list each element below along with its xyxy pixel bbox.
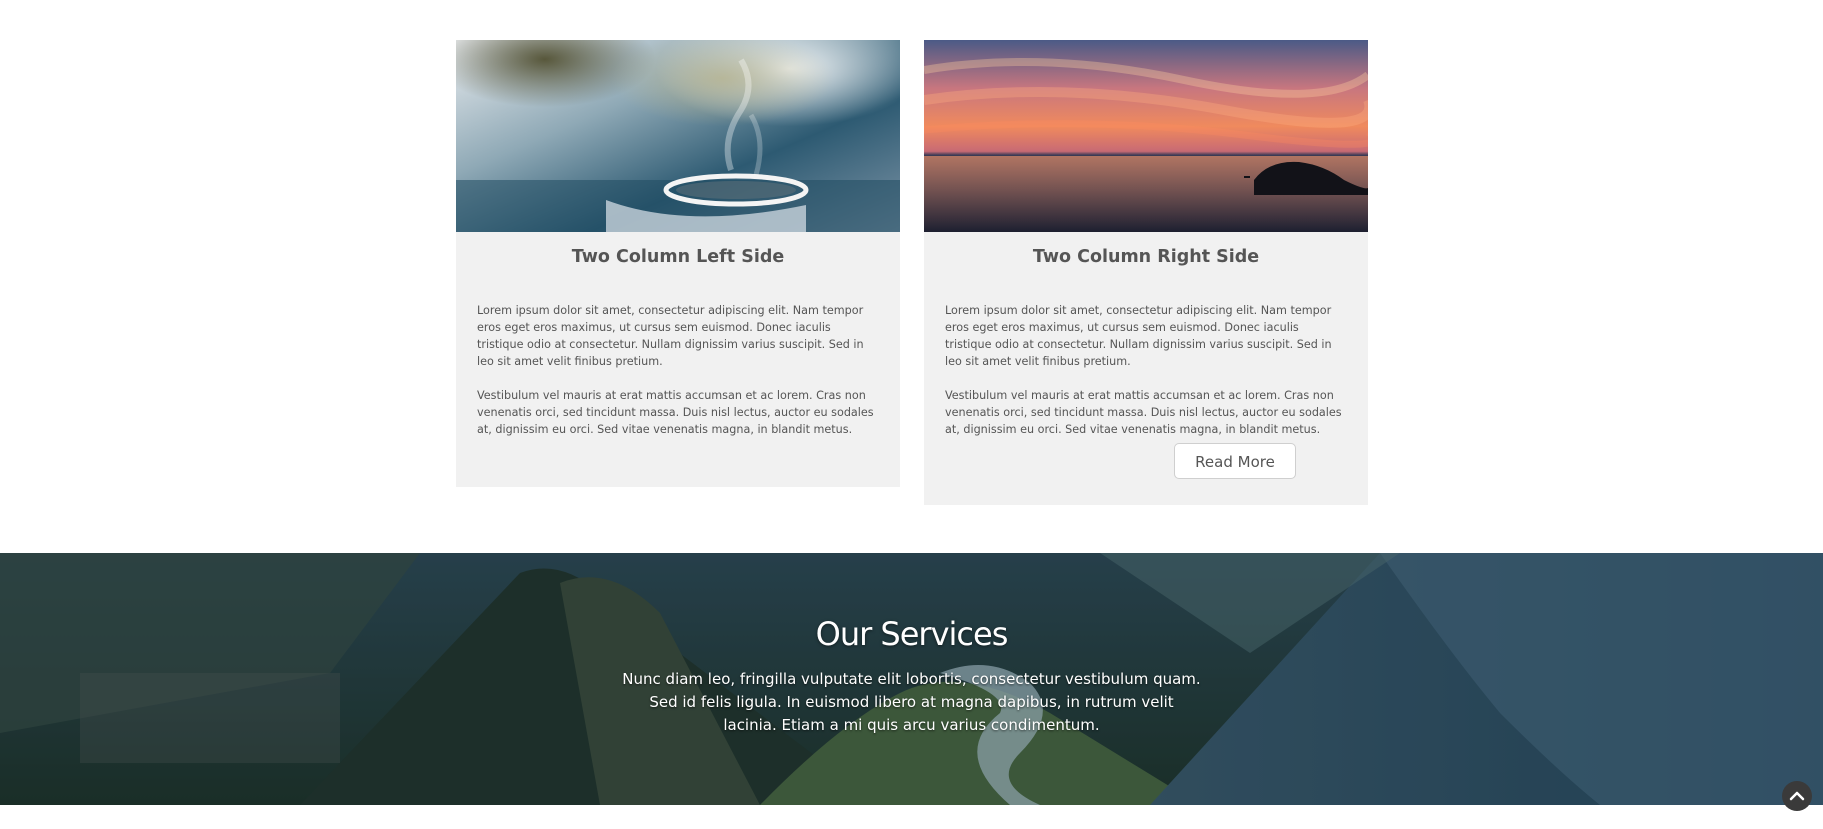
right-column-title: Two Column Right Side — [1032, 247, 1260, 267]
chevron-up-icon — [1789, 791, 1805, 801]
read-more-button[interactable]: Read More — [1174, 443, 1296, 479]
left-column-paragraph-2: Vestibulum vel mauris at erat mattis acc… — [477, 389, 874, 436]
our-services-section: Our Services Nunc diam leo, fringilla vu… — [0, 553, 1823, 805]
steaming-cup-image — [456, 40, 900, 232]
back-to-top-button[interactable] — [1782, 781, 1812, 811]
right-column-paragraph-2: Vestibulum vel mauris at erat mattis acc… — [945, 389, 1342, 436]
two-column-section: Two Column Left Side Lorem ipsum dolor s… — [456, 40, 1368, 510]
left-column-card: Two Column Left Side Lorem ipsum dolor s… — [456, 40, 900, 487]
services-description: Nunc diam leo, fringilla vulputate elit … — [622, 670, 1201, 734]
services-title: Our Services — [815, 615, 1009, 653]
left-column-paragraph-1: Lorem ipsum dolor sit amet, consectetur … — [477, 304, 864, 368]
left-column-title: Two Column Left Side — [571, 247, 785, 267]
right-column-paragraph-1: Lorem ipsum dolor sit amet, consectetur … — [945, 304, 1332, 368]
right-column-card: Two Column Right Side Lorem ipsum dolor … — [924, 40, 1368, 505]
sunset-sea-image — [924, 40, 1368, 232]
